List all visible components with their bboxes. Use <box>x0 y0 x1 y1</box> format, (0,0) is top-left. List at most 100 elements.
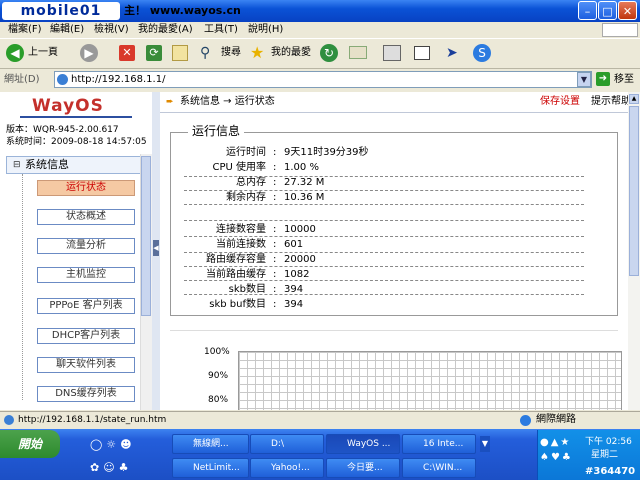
task-today[interactable]: 今日要... <box>326 458 400 478</box>
total-memory-value: 27.32 M <box>284 177 325 188</box>
nav-dns-cache[interactable]: DNS缓存列表 <box>37 386 135 402</box>
task-yahoo[interactable]: Yahoo!... <box>250 458 324 478</box>
search-icon[interactable]: ⚲ <box>200 45 216 61</box>
menu-favorites[interactable]: 我的最愛(A) <box>138 22 193 38</box>
back-button-label[interactable]: 上一頁 <box>28 45 58 61</box>
nav-host-monitor[interactable]: 主机监控 <box>37 267 135 283</box>
tree-guide-line <box>22 174 23 400</box>
row-separator: : <box>273 147 277 158</box>
maximize-button[interactable]: □ <box>598 1 617 20</box>
y-tick-label: 100% <box>204 347 230 357</box>
free-memory-value: 10.36 M <box>284 192 325 203</box>
skb-count-value: 394 <box>284 284 304 295</box>
main-content-frame: ➨ 系统信息 → 运行状态 保存设置 提示帮助 运行信息 运行时间 : 9天11… <box>160 92 628 410</box>
row-separator: : <box>273 254 277 265</box>
status-url: http://192.168.1.1/state_run.htm <box>18 415 167 425</box>
row-label: 路由缓存容量 <box>206 254 266 265</box>
back-arrow-icon[interactable]: ◀ <box>6 44 24 62</box>
row-label: 连接数容量 <box>216 224 266 235</box>
task-netlimiter[interactable]: NetLimit... <box>172 458 249 478</box>
menu-help[interactable]: 說明(H) <box>248 22 283 38</box>
print-icon[interactable] <box>383 45 401 61</box>
row-divider <box>184 220 584 221</box>
row-separator: : <box>273 269 277 280</box>
menu-view[interactable]: 檢視(V) <box>94 22 129 38</box>
route-cache-capacity-value: 20000 <box>284 254 316 265</box>
messenger-bird-icon[interactable]: ➤ <box>446 44 466 62</box>
scroll-up-icon[interactable]: ▲ <box>629 94 639 104</box>
expand-icon[interactable]: ⊟ <box>13 159 21 171</box>
row-label: skb数目 <box>228 284 266 295</box>
main-scrollbar-thumb[interactable] <box>629 106 639 276</box>
refresh-icon[interactable]: ⟳ <box>146 45 162 61</box>
row-label: 剩余内存 <box>226 192 266 203</box>
security-zone: 網際網路 <box>536 414 576 425</box>
home-icon[interactable] <box>172 45 188 61</box>
menu-file[interactable]: 檔案(F) <box>8 22 42 38</box>
section-system-info[interactable]: ⊟ 系统信息 <box>6 156 141 174</box>
go-button[interactable]: 移至 <box>614 73 634 87</box>
task-internet[interactable]: 16 Inte... <box>402 434 476 454</box>
start-button[interactable]: 開始 <box>0 430 60 458</box>
clock-time[interactable]: 下午 02:56 <box>585 436 632 448</box>
current-route-cache-value: 1082 <box>284 269 310 280</box>
firmware-version: 版本：WQR-945-2.00.617 <box>6 125 119 135</box>
taskbar-toggle-icon[interactable]: ▼ <box>480 436 490 452</box>
row-label: skb buf数目 <box>209 299 266 310</box>
task-wayos[interactable]: WayOS ... <box>326 434 400 454</box>
task-cmd[interactable]: C:\WIN... <box>402 458 476 478</box>
nav-traffic-analysis[interactable]: 流量分析 <box>37 238 135 254</box>
search-button-label[interactable]: 搜尋 <box>221 45 241 61</box>
nav-run-status[interactable]: 运行状态 <box>37 180 135 196</box>
address-dropdown-icon[interactable]: ▼ <box>577 72 591 87</box>
save-settings-link[interactable]: 保存设置 <box>540 95 580 109</box>
page-status-icon <box>4 415 14 425</box>
tray-icons[interactable]: ●▲★ <box>540 437 580 449</box>
favorites-button-label[interactable]: 我的最愛 <box>271 45 311 61</box>
breadcrumb: 系统信息 → 运行状态 <box>180 96 275 107</box>
collapse-arrow-icon[interactable]: ◀ <box>153 240 159 256</box>
quick-launch-icons-row2[interactable]: ✿☺♣ <box>90 457 150 479</box>
nav-pppoe-clients[interactable]: PPPoE 客户列表 <box>37 298 135 314</box>
quick-launch-icons[interactable]: ◯☼☻ <box>90 434 150 456</box>
task-d-drive[interactable]: D:\ <box>250 434 324 454</box>
cpu-usage-value: 1.00 % <box>284 162 319 173</box>
menu-edit[interactable]: 編輯(E) <box>50 22 84 38</box>
left-scrollbar-thumb[interactable] <box>141 156 151 316</box>
row-separator: : <box>273 162 277 173</box>
row-label: 当前连接数 <box>216 239 266 250</box>
logo-underline <box>20 116 132 118</box>
help-link[interactable]: 提示帮助 <box>591 95 628 109</box>
tray-icons-row2[interactable]: ♠♥♣ <box>540 452 580 464</box>
row-label: 当前路由缓存 <box>206 269 266 280</box>
nav-status-overview[interactable]: 状态概述 <box>37 209 135 225</box>
close-button[interactable]: ✕ <box>618 1 637 20</box>
row-separator: : <box>273 284 277 295</box>
row-separator: : <box>273 192 277 203</box>
favorites-star-icon[interactable]: ★ <box>250 44 268 62</box>
conn-capacity-value: 10000 <box>284 224 316 235</box>
menu-bar: 檔案(F) 編輯(E) 檢視(V) 我的最愛(A) 工具(T) 說明(H) <box>0 22 640 38</box>
history-icon[interactable]: ↻ <box>320 44 338 62</box>
minimize-button[interactable]: – <box>578 1 597 20</box>
skype-icon[interactable]: S <box>473 44 491 62</box>
current-conn-value: 601 <box>284 239 304 250</box>
address-label: 網址(D) <box>4 74 40 85</box>
nav-dhcp-clients[interactable]: DHCP客户列表 <box>37 328 135 344</box>
stop-icon[interactable]: ✕ <box>119 45 135 61</box>
section-label: 系统信息 <box>25 158 69 171</box>
edit-icon[interactable] <box>414 46 430 60</box>
go-arrow-icon[interactable]: ➜ <box>596 72 610 86</box>
address-input[interactable]: http://192.168.1.1/ <box>54 71 592 88</box>
system-time: 系统时间：2009-08-18 14:57:05 <box>6 137 147 147</box>
row-separator: : <box>273 239 277 250</box>
task-wireless[interactable]: 無線網... <box>172 434 249 454</box>
row-label: CPU 使用率 <box>212 162 266 173</box>
nav-chat-software[interactable]: 聊天软件列表 <box>37 357 135 373</box>
panel-title: 运行信息 <box>188 123 245 139</box>
forward-arrow-icon[interactable]: ▶ <box>80 44 98 62</box>
window-title: 主！ www.wayos.cn <box>124 4 241 17</box>
mail-icon[interactable] <box>349 46 367 59</box>
image-watermark: #364470 <box>585 466 636 477</box>
menu-tools[interactable]: 工具(T) <box>204 22 238 38</box>
